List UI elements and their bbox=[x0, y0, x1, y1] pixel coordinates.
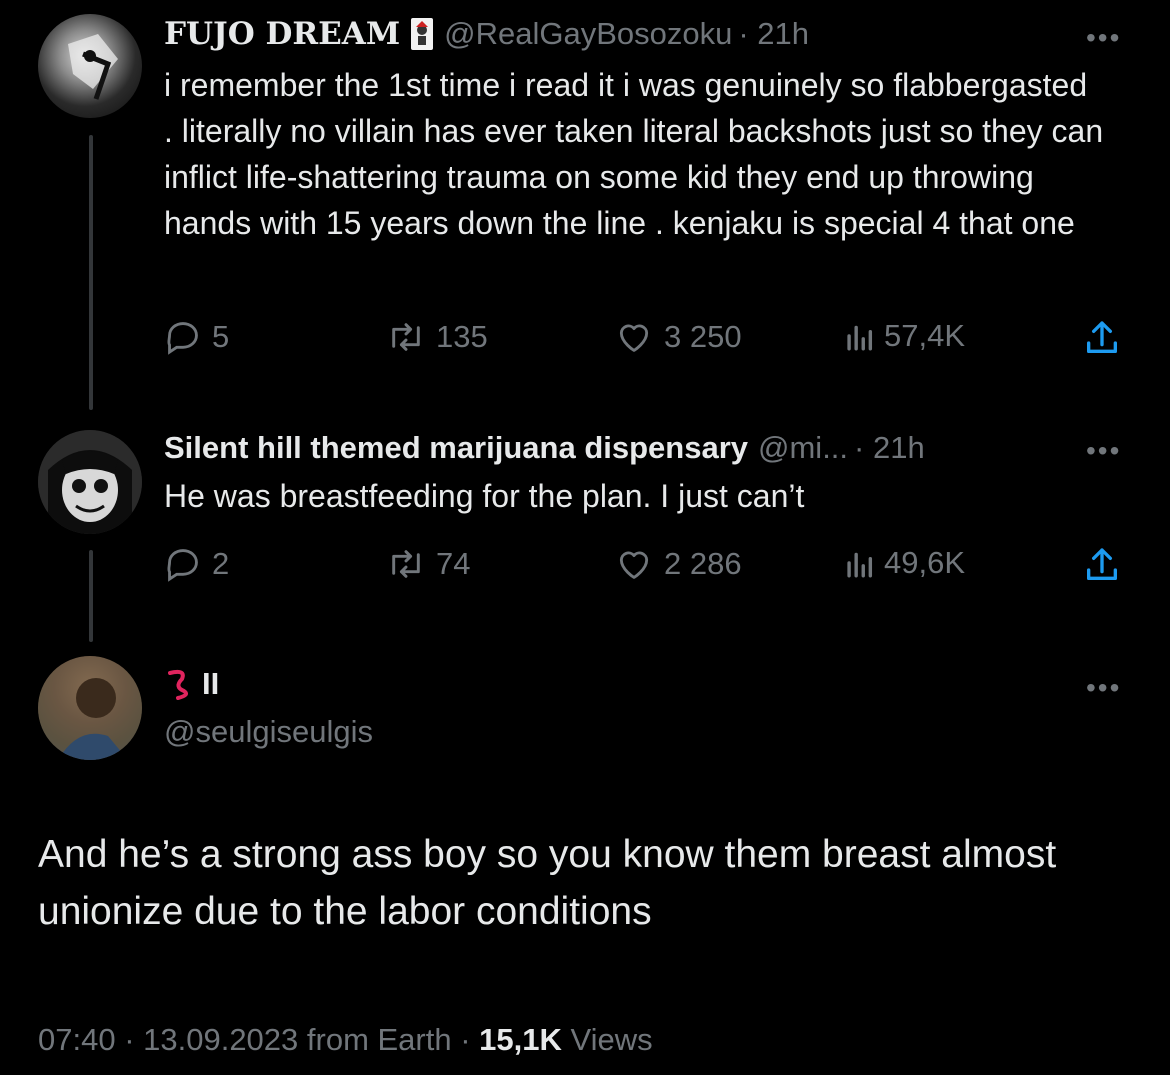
post-time[interactable]: 07:40 · 13.09.2023 from Earth · bbox=[38, 1022, 471, 1057]
tweet-header: FUJO DREAM @RealGayBosozoku · 21h bbox=[164, 16, 809, 52]
more-options-icon[interactable]: ••• bbox=[1086, 22, 1121, 54]
repost-icon bbox=[392, 550, 420, 578]
views-button[interactable]: 49,6K bbox=[844, 545, 965, 581]
more-options-icon[interactable]: ••• bbox=[1086, 435, 1121, 467]
tweet-actions: 5 135 3 250 57,4K bbox=[164, 318, 1134, 362]
avatar[interactable] bbox=[38, 430, 142, 534]
tweet-meta: 07:40 · 13.09.2023 from Earth · 15,1K Vi… bbox=[38, 1022, 653, 1058]
repost-count: 135 bbox=[436, 319, 488, 354]
share-icon bbox=[1087, 548, 1117, 580]
thread-line bbox=[89, 550, 93, 642]
share-button[interactable] bbox=[1082, 318, 1122, 358]
handle[interactable]: @seulgiseulgis bbox=[164, 714, 373, 750]
display-name[interactable]: II bbox=[202, 666, 219, 702]
main-tweet-text: And he’s a strong ass boy so you know th… bbox=[38, 833, 1057, 933]
joker-card-icon bbox=[410, 17, 434, 51]
reply-count: 5 bbox=[212, 319, 230, 354]
avatar-art-icon bbox=[38, 430, 142, 534]
tweet-header: Silent hill themed marijuana dispensary … bbox=[164, 430, 925, 466]
avatar-art-icon bbox=[68, 34, 118, 100]
views-count: 49,6K bbox=[884, 545, 966, 580]
tweet-actions: 2 74 2 286 49,6K bbox=[164, 545, 1134, 589]
heart-icon bbox=[619, 324, 649, 352]
worm-emoji-icon bbox=[164, 667, 192, 701]
tweet-text: He was breastfeeding for the plan. I jus… bbox=[164, 478, 805, 514]
share-button[interactable] bbox=[1082, 545, 1122, 585]
repost-icon bbox=[392, 323, 420, 351]
reply-count: 2 bbox=[212, 546, 230, 581]
views-icon bbox=[847, 325, 873, 351]
handle[interactable]: @RealGayBosozoku bbox=[444, 16, 732, 52]
share-icon bbox=[1087, 321, 1117, 353]
views-icon bbox=[847, 552, 873, 578]
reply-button[interactable]: 5 bbox=[164, 318, 229, 356]
repost-button[interactable]: 74 bbox=[386, 545, 470, 583]
reply-icon bbox=[167, 549, 198, 582]
like-button[interactable]: 3 250 bbox=[614, 318, 742, 356]
display-name[interactable]: Silent hill themed marijuana dispensary bbox=[164, 430, 748, 466]
like-count: 2 286 bbox=[664, 546, 742, 581]
like-button[interactable]: 2 286 bbox=[614, 545, 742, 583]
tweet-text: i remember the 1st time i read it i was … bbox=[164, 67, 1104, 241]
avatar-art-icon bbox=[38, 656, 142, 760]
views-label: Views bbox=[570, 1022, 653, 1057]
views-count: 57,4K bbox=[884, 318, 966, 353]
avatar[interactable] bbox=[38, 656, 142, 760]
views-button[interactable]: 57,4K bbox=[844, 318, 965, 354]
reply-button[interactable]: 2 bbox=[164, 545, 229, 583]
timestamp[interactable]: · 21h bbox=[854, 430, 925, 466]
more-options-icon[interactable]: ••• bbox=[1086, 672, 1121, 704]
handle[interactable]: @mi... bbox=[758, 430, 848, 466]
repost-button[interactable]: 135 bbox=[386, 318, 488, 356]
views-count: 15,1K bbox=[479, 1022, 562, 1057]
tweet-header: II bbox=[164, 666, 219, 702]
timestamp[interactable]: · 21h bbox=[738, 16, 809, 52]
thread-line bbox=[89, 135, 93, 410]
avatar[interactable] bbox=[38, 14, 142, 118]
like-count: 3 250 bbox=[664, 319, 742, 354]
heart-icon bbox=[619, 551, 649, 579]
reply-icon bbox=[167, 322, 198, 355]
repost-count: 74 bbox=[436, 546, 471, 581]
display-name[interactable]: FUJO DREAM bbox=[164, 16, 400, 52]
